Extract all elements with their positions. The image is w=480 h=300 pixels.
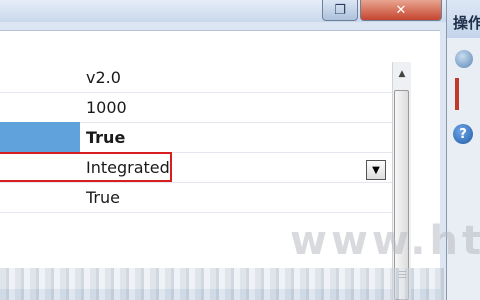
close-icon: ✕ xyxy=(395,2,407,18)
help-icon[interactable]: ? xyxy=(453,124,473,144)
property-name-cell[interactable] xyxy=(0,92,80,123)
property-row-selected[interactable]: True xyxy=(0,122,392,153)
blurred-footer xyxy=(0,268,446,300)
highlight-box xyxy=(0,152,172,182)
action-marker xyxy=(455,78,459,110)
vertical-scrollbar[interactable]: ▲ xyxy=(392,62,411,300)
actions-panel-header: 操作 xyxy=(447,0,480,38)
chevron-down-icon: ▼ xyxy=(372,164,380,176)
property-value-cell[interactable]: True xyxy=(80,182,392,213)
property-value: 1000 xyxy=(86,98,127,117)
help-glyph: ? xyxy=(459,126,467,142)
property-value: True xyxy=(86,128,126,147)
window-titlebar: ❐ ✕ xyxy=(0,0,446,22)
property-name-cell[interactable] xyxy=(0,122,80,153)
property-value-cell[interactable]: 1000 xyxy=(80,92,392,123)
property-name-cell[interactable] xyxy=(0,62,80,93)
watermark: www.ht xyxy=(290,218,480,264)
property-name-cell[interactable] xyxy=(0,182,80,213)
property-rows: v2.0 1000 True Integrated True xyxy=(0,62,392,213)
property-value-cell[interactable]: v2.0 xyxy=(80,62,392,93)
property-value-cell[interactable]: True xyxy=(80,122,392,153)
close-button[interactable]: ✕ xyxy=(360,0,442,21)
property-value: True xyxy=(86,188,120,207)
property-row[interactable]: 1000 xyxy=(0,92,392,123)
restore-icon: ❐ xyxy=(334,2,346,18)
property-row[interactable]: True xyxy=(0,182,392,213)
restore-button[interactable]: ❐ xyxy=(322,0,358,21)
scroll-up-button[interactable]: ▲ xyxy=(393,66,411,82)
scroll-up-icon: ▲ xyxy=(398,69,406,79)
app-icon[interactable] xyxy=(455,50,473,68)
property-row[interactable]: v2.0 xyxy=(0,62,392,93)
actions-panel-title: 操作 xyxy=(453,14,480,32)
value-dropdown-button[interactable]: ▼ xyxy=(366,160,386,180)
property-value: v2.0 xyxy=(86,68,121,87)
